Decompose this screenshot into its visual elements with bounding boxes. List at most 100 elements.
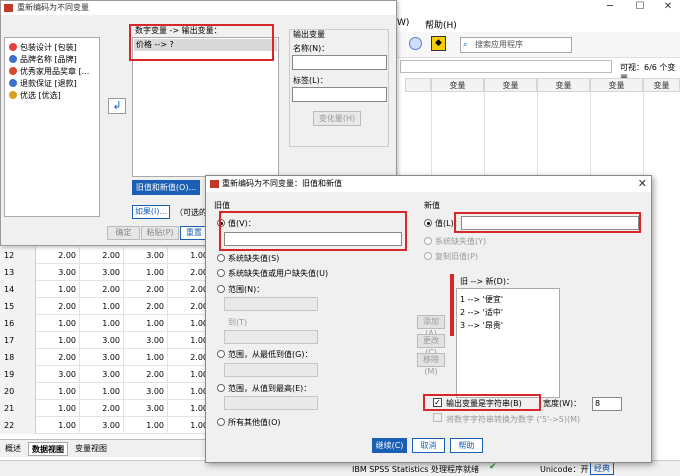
- table-cell[interactable]: 3.00: [80, 366, 124, 383]
- table-cell[interactable]: 2.00: [80, 400, 124, 417]
- table-cell[interactable]: 1.00: [36, 417, 80, 434]
- row-number[interactable]: 15: [0, 298, 36, 315]
- column-header[interactable]: 变量: [431, 78, 484, 92]
- new-sysmis-radio[interactable]: [424, 237, 432, 245]
- range-to-input[interactable]: [224, 330, 318, 344]
- variable-item[interactable]: 品牌名称 [品牌]: [9, 54, 99, 65]
- table-cell[interactable]: 3.00: [36, 264, 80, 281]
- old-value-input[interactable]: [224, 232, 402, 246]
- maximize-icon[interactable]: ☐: [625, 0, 655, 14]
- table-cell[interactable]: 3.00: [80, 332, 124, 349]
- table-cell[interactable]: 3.00: [80, 417, 124, 434]
- reset-button[interactable]: 重置(R): [180, 226, 208, 240]
- output-string-checkbox[interactable]: ✓: [433, 398, 442, 407]
- row-number[interactable]: 16: [0, 315, 36, 332]
- table-cell[interactable]: 3.00: [80, 264, 124, 281]
- numeric-var-list[interactable]: [132, 37, 279, 177]
- width-input[interactable]: 8: [592, 397, 622, 411]
- table-cell[interactable]: 1.00: [36, 383, 80, 400]
- table-cell[interactable]: 2.00: [124, 281, 168, 298]
- close-icon[interactable]: ✕: [653, 0, 680, 14]
- table-cell[interactable]: 2.00: [124, 366, 168, 383]
- help-button[interactable]: 帮助: [450, 438, 483, 453]
- mapping-item[interactable]: 3 --> '昂贵': [460, 320, 503, 331]
- column-header[interactable]: 变量: [537, 78, 590, 92]
- mode-badge[interactable]: 经典: [590, 462, 614, 475]
- table-cell[interactable]: 3.00: [124, 247, 168, 264]
- table-cell[interactable]: 1.00: [36, 400, 80, 417]
- row-number[interactable]: 18: [0, 349, 36, 366]
- row-number[interactable]: 14: [0, 281, 36, 298]
- table-cell[interactable]: 3.00: [80, 349, 124, 366]
- variable-item[interactable]: 优选 [优选]: [9, 90, 99, 101]
- minimize-icon[interactable]: ─: [595, 0, 625, 14]
- value-radio[interactable]: [217, 219, 225, 227]
- name-input[interactable]: [292, 55, 387, 70]
- tab-variable-view[interactable]: 变量视图: [72, 442, 110, 456]
- search-input[interactable]: ⌕ 搜索应用程序: [460, 37, 572, 53]
- continue-button[interactable]: 继续(C): [372, 438, 407, 453]
- variable-item[interactable]: 优秀家用品奖章 [...: [9, 66, 99, 77]
- range-highest-input[interactable]: [224, 396, 318, 410]
- table-cell[interactable]: 3.00: [36, 366, 80, 383]
- table-cell[interactable]: 3.00: [124, 383, 168, 400]
- numeric-var-item[interactable]: 价格 --> ?: [134, 39, 277, 51]
- row-number[interactable]: 22: [0, 417, 36, 434]
- column-header[interactable]: 变量: [643, 78, 680, 92]
- column-header[interactable]: 变量: [484, 78, 537, 92]
- diamond-icon[interactable]: ◆: [431, 36, 446, 51]
- table-cell[interactable]: 2.00: [36, 247, 80, 264]
- row-number[interactable]: 21: [0, 400, 36, 417]
- table-cell[interactable]: 2.00: [36, 349, 80, 366]
- table-cell[interactable]: 1.00: [80, 383, 124, 400]
- table-cell[interactable]: 1.00: [80, 298, 124, 315]
- change-button[interactable]: 更改(C): [417, 334, 445, 357]
- new-value-input[interactable]: [461, 216, 639, 230]
- paste-button[interactable]: 粘贴(P): [141, 226, 179, 240]
- column-header[interactable]: 变量: [590, 78, 643, 92]
- cell-editor[interactable]: [400, 60, 612, 73]
- if-button[interactable]: 如果(I)...: [132, 205, 170, 219]
- old-new-values-button[interactable]: 旧值和新值(O)...: [132, 180, 200, 195]
- new-value-radio[interactable]: [424, 219, 432, 227]
- remove-button[interactable]: 移除(M): [417, 353, 445, 376]
- row-number[interactable]: 17: [0, 332, 36, 349]
- tab-overview[interactable]: 概述: [2, 442, 24, 456]
- menu-help[interactable]: 帮助(H): [425, 18, 457, 31]
- numeric-convert-checkbox[interactable]: [433, 413, 442, 422]
- table-cell[interactable]: 2.00: [36, 298, 80, 315]
- ok-button[interactable]: 确定: [107, 226, 140, 240]
- table-cell[interactable]: 1.00: [124, 315, 168, 332]
- range-lowest-radio[interactable]: [217, 350, 225, 358]
- close-icon[interactable]: ✕: [638, 176, 647, 191]
- mapping-item[interactable]: 2 --> '适中': [460, 307, 503, 318]
- table-cell[interactable]: 1.00: [124, 264, 168, 281]
- table-cell[interactable]: 1.00: [124, 417, 168, 434]
- sys-user-mis-radio[interactable]: [217, 269, 225, 277]
- venn-icon[interactable]: [409, 37, 422, 50]
- range-lowest-input[interactable]: [224, 363, 318, 377]
- else-radio[interactable]: [217, 418, 225, 426]
- table-cell[interactable]: 2.00: [80, 247, 124, 264]
- range-from-input[interactable]: [224, 297, 318, 311]
- table-cell[interactable]: 1.00: [36, 281, 80, 298]
- variable-item[interactable]: 退款保证 [退款]: [9, 78, 99, 89]
- table-cell[interactable]: 3.00: [124, 400, 168, 417]
- row-number[interactable]: 12: [0, 247, 36, 264]
- tab-data-view[interactable]: 数据视图: [28, 442, 68, 456]
- variable-item[interactable]: 包装设计 [包装]: [9, 42, 99, 53]
- menu-window[interactable]: W): [397, 18, 409, 28]
- range-highest-radio[interactable]: [217, 384, 225, 392]
- change-button[interactable]: 变化量(H): [313, 111, 361, 126]
- table-cell[interactable]: 1.00: [124, 349, 168, 366]
- label-input[interactable]: [292, 87, 387, 102]
- row-number[interactable]: 13: [0, 264, 36, 281]
- table-cell[interactable]: 3.00: [124, 332, 168, 349]
- mapping-item[interactable]: 1 --> '便宜': [460, 294, 503, 305]
- table-cell[interactable]: 2.00: [80, 281, 124, 298]
- row-number[interactable]: 20: [0, 383, 36, 400]
- sysmis-radio[interactable]: [217, 254, 225, 262]
- move-variable-button[interactable]: ↲: [108, 98, 126, 114]
- table-cell[interactable]: 2.00: [124, 298, 168, 315]
- add-button[interactable]: 添加(A): [417, 315, 445, 338]
